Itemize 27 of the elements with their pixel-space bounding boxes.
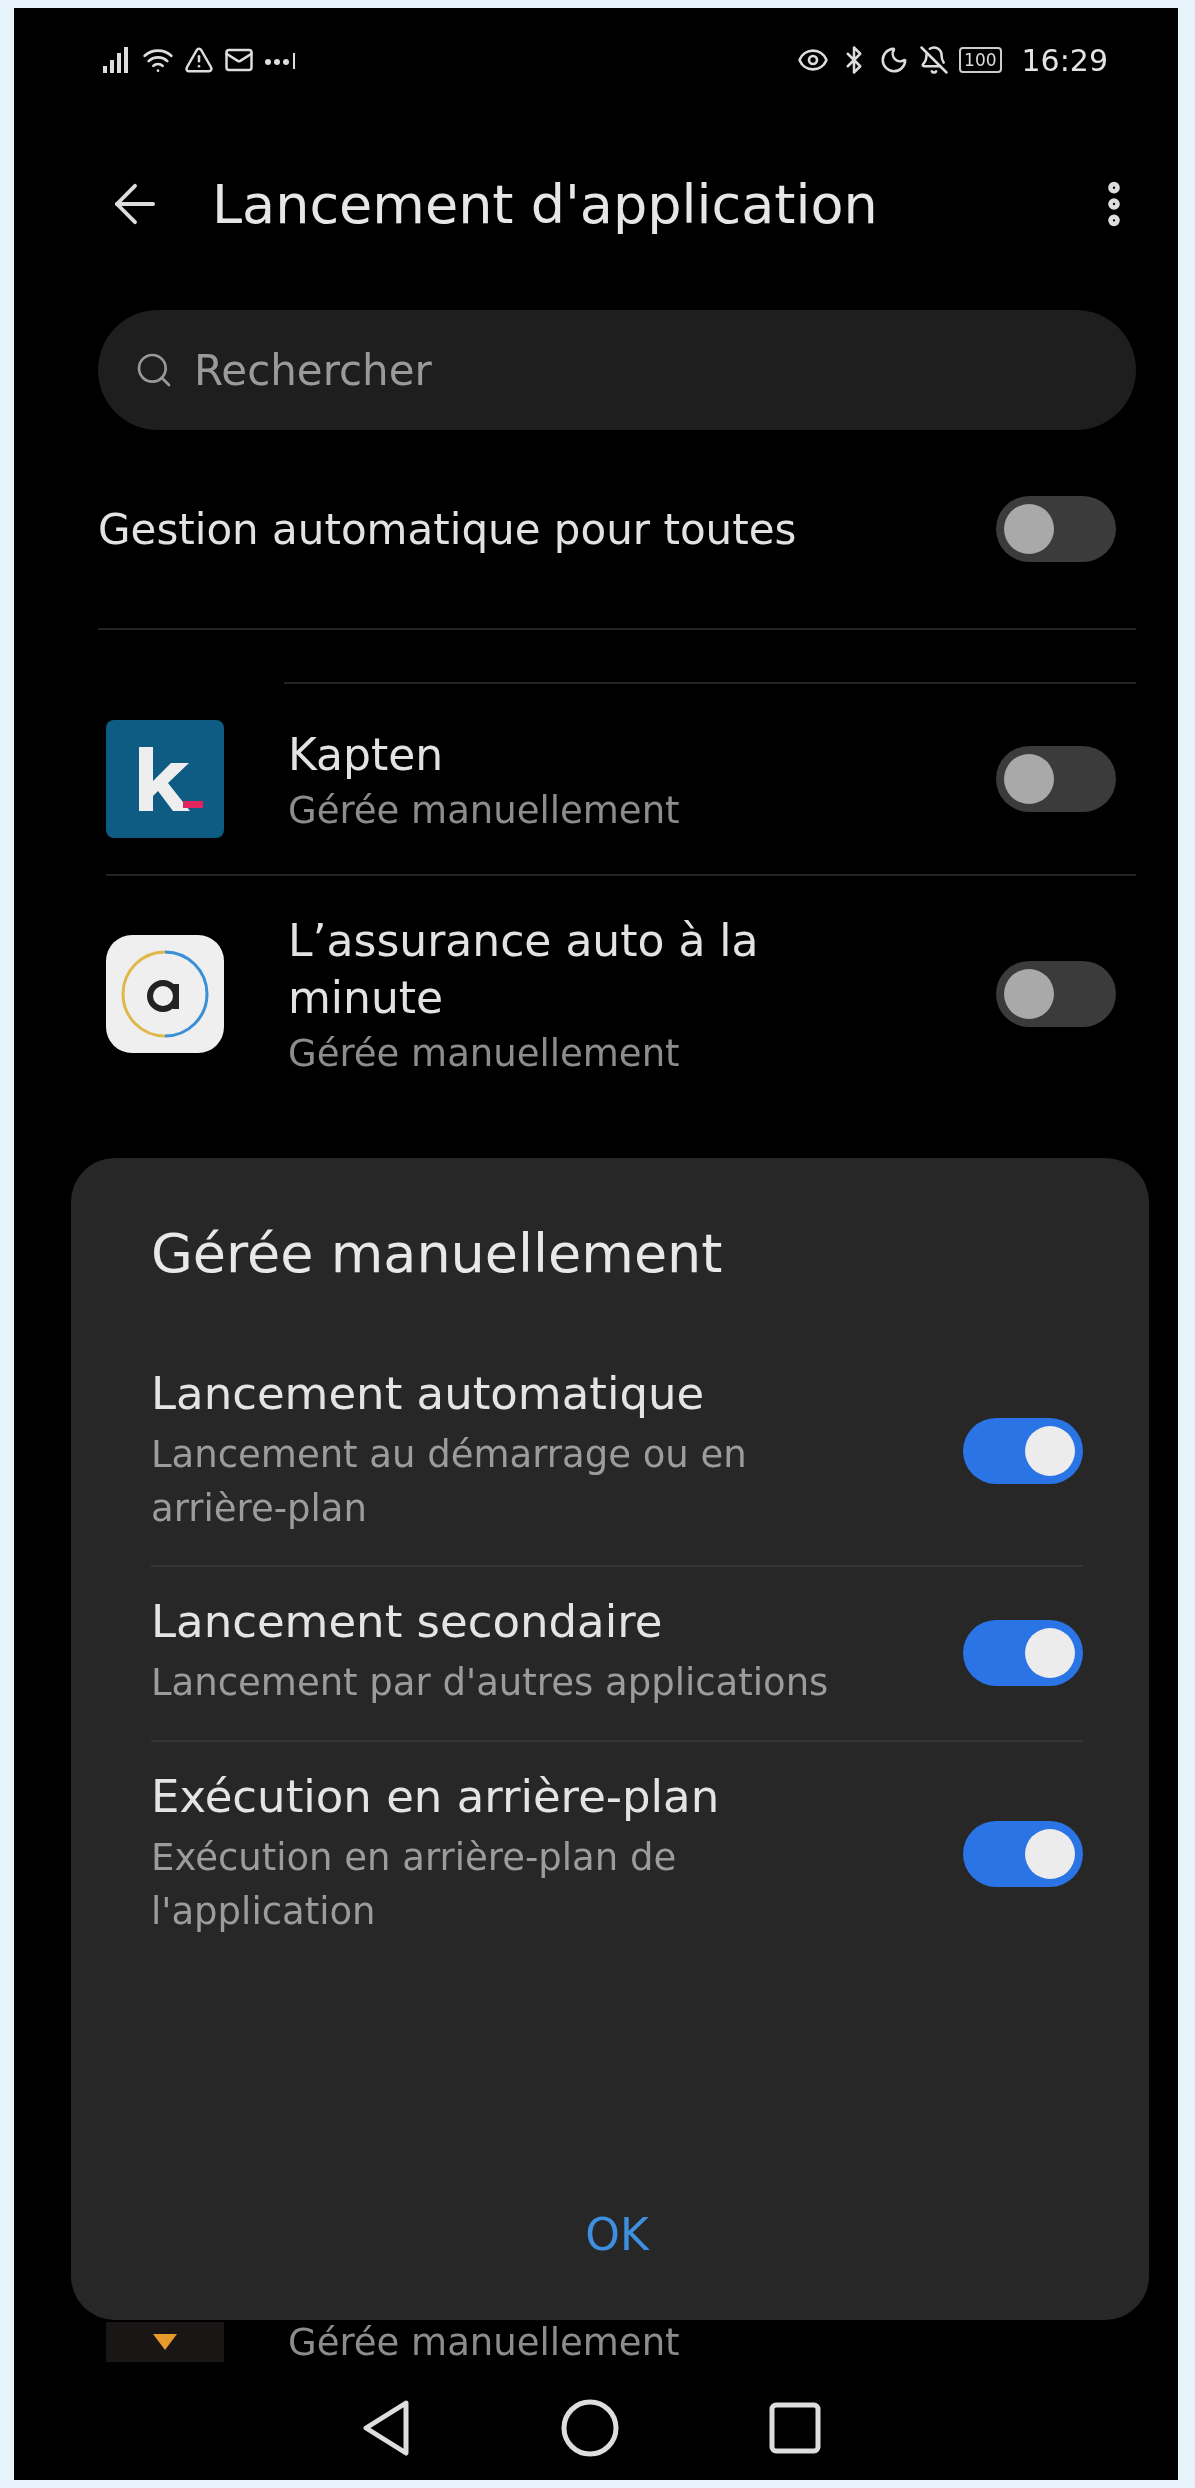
battery-level: 100 bbox=[959, 47, 1002, 73]
search-field[interactable]: Rechercher bbox=[98, 310, 1136, 430]
app-icon bbox=[106, 934, 224, 1053]
page-title: Lancement d'application bbox=[212, 172, 879, 236]
clock-time: 16:29 bbox=[1021, 42, 1108, 78]
option-description: Exécution en arrière-plan de l'application bbox=[151, 1834, 678, 1935]
option-description: Lancement au démarrage ou en arrière-plan bbox=[151, 1432, 748, 1532]
option-title: Exécution en arrière-plan bbox=[151, 1769, 721, 1823]
dialog-title: Gérée manuellement bbox=[151, 1222, 724, 1285]
ok-button[interactable]: OK bbox=[545, 2189, 689, 2280]
option-description: Lancement par d'autres applications bbox=[151, 1660, 830, 1707]
app-name: L’assurance auto à la minute bbox=[288, 914, 760, 1026]
app-status: Gérée manuellement bbox=[288, 789, 681, 833]
option-title: Lancement automatique bbox=[151, 1367, 706, 1420]
app-status: Gérée manuellement bbox=[288, 1032, 681, 1076]
option-title: Lancement secondaire bbox=[151, 1595, 664, 1649]
app-status: Gérée manuellement bbox=[288, 2320, 680, 2364]
app-icon bbox=[106, 720, 224, 838]
back-nav-icon[interactable] bbox=[361, 2398, 411, 2458]
warning-icon bbox=[184, 45, 214, 75]
bell-off-icon bbox=[919, 45, 950, 75]
dots-icon bbox=[264, 50, 298, 70]
recents-nav-icon[interactable] bbox=[769, 2402, 821, 2454]
home-nav-icon[interactable] bbox=[561, 2399, 619, 2457]
setting-label: Gestion automatique pour toutes bbox=[98, 504, 797, 554]
app-name: Kapten bbox=[288, 727, 445, 782]
app-icon bbox=[106, 2322, 224, 2362]
